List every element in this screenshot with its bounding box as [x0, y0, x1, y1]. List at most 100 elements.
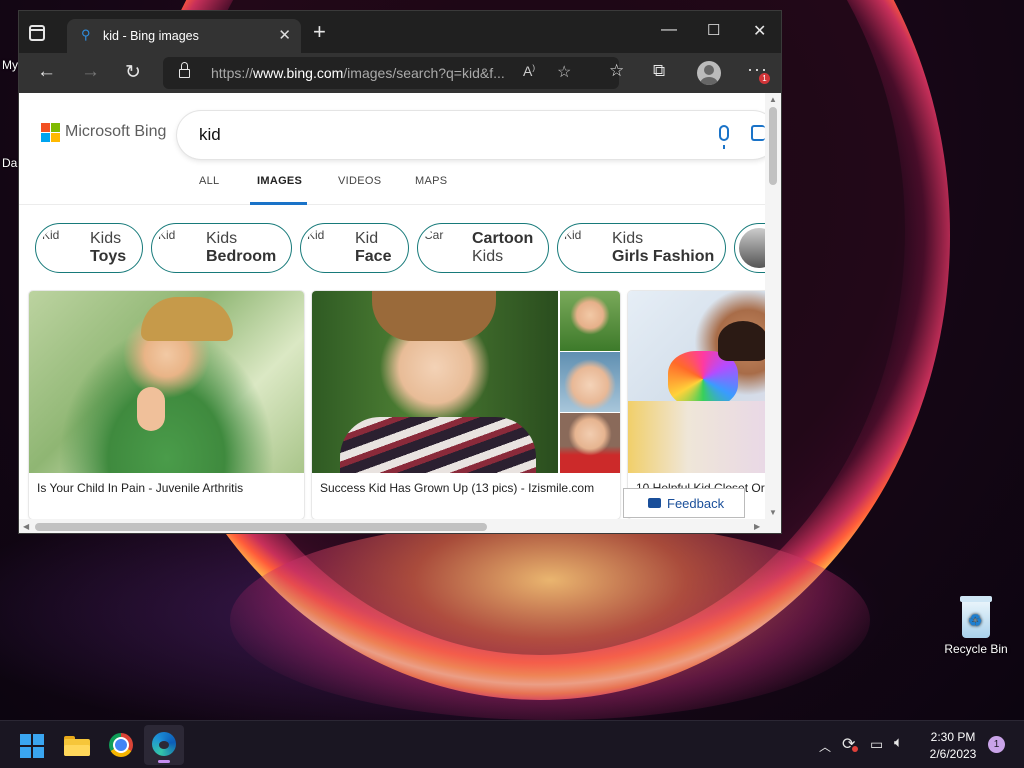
recycle-bin-label: Recycle Bin: [944, 642, 1008, 656]
volume-icon[interactable]: 🔈︎: [894, 734, 903, 751]
chip-thumbnail: Kid: [156, 228, 196, 268]
feedback-label: Feedback: [667, 496, 725, 511]
visual-search-icon[interactable]: [751, 125, 765, 141]
tab-title: kid - Bing images: [103, 29, 199, 43]
chip-line1: Kids: [90, 230, 122, 247]
sync-error-dot: [852, 746, 858, 752]
chip-thumbnail: Car: [422, 228, 462, 268]
chip-line1: Kids: [612, 230, 644, 247]
profile-icon[interactable]: [697, 61, 721, 85]
chip-line1: Cartoon: [472, 230, 534, 247]
network-icon[interactable]: ▭: [870, 736, 883, 753]
chip-line2: Toys: [90, 248, 127, 265]
add-favorite-icon[interactable]: ☆: [557, 62, 571, 82]
read-aloud-icon[interactable]: A): [523, 63, 535, 79]
chip-line1: Kids: [206, 230, 238, 247]
close-window-icon[interactable]: ✕: [753, 21, 766, 41]
chevron-up-icon[interactable]: ︿: [819, 738, 831, 755]
chip-line2: Face: [355, 248, 392, 265]
image-result-card[interactable]: Success Kid Has Grown Up (13 pics) - Izi…: [312, 291, 620, 519]
related-chip-kids-toys[interactable]: Kid Kids Toys: [35, 223, 143, 273]
tab-maps[interactable]: MAPS: [415, 175, 447, 187]
scroll-up-icon[interactable]: ▲: [769, 95, 777, 104]
tab-all[interactable]: ALL: [199, 175, 219, 187]
notification-badge: 1: [759, 73, 770, 84]
result-image-painted-hands[interactable]: [628, 291, 767, 473]
chip-line2: Girls Fashion: [612, 248, 715, 265]
chip-line2: Kids: [472, 248, 504, 265]
forward-icon[interactable]: →: [81, 61, 100, 83]
address-bar-url[interactable]: https://www.bing.com/images/search?q=kid…: [211, 65, 505, 81]
bing-search-icon: ⚲: [81, 27, 91, 42]
start-icon[interactable]: [20, 734, 44, 758]
chip-thumbnail: Kid: [562, 228, 602, 268]
image-result-card[interactable]: 10 Helpful Kid Closet Org: [628, 291, 767, 519]
scroll-right-icon[interactable]: ▶: [754, 522, 760, 531]
taskbar: ︿ ⟳ ▭ 🔈︎ 2:30 PM 2/6/2023 1: [0, 720, 1024, 768]
result-caption[interactable]: Is Your Child In Pain - Juvenile Arthrit…: [37, 481, 243, 495]
chip-line2: Bedroom: [206, 248, 277, 265]
collections-icon[interactable]: ⧉: [653, 61, 665, 81]
bing-logo-text: Microsoft Bing: [65, 123, 167, 140]
tab-images[interactable]: IMAGES: [257, 175, 302, 187]
vertical-scrollbar[interactable]: ▲ ▼: [765, 93, 781, 519]
result-caption[interactable]: Success Kid Has Grown Up (13 pics) - Izi…: [320, 481, 594, 495]
scroll-down-icon[interactable]: ▼: [769, 508, 777, 517]
bing-images-page: Microsoft Bing kid ALL IMAGES VIDEOS MAP…: [19, 93, 767, 519]
tab-bar: ⚲ kid - Bing images ✕ + — ☐ ✕: [19, 11, 781, 53]
notification-center-badge[interactable]: 1: [988, 736, 1005, 753]
result-image-thumb-red-shirt[interactable]: [560, 413, 620, 473]
related-chip-kids-girls-fashion[interactable]: Kid Kids Girls Fashion: [557, 223, 726, 273]
tab-actions-icon[interactable]: [29, 25, 45, 41]
clock[interactable]: 2:30 PM 2/6/2023: [918, 729, 988, 763]
recycle-bin-desktop-icon[interactable]: ♻ Recycle Bin: [940, 596, 1012, 656]
microphone-icon[interactable]: [719, 125, 729, 149]
image-result-card[interactable]: Is Your Child In Pain - Juvenile Arthrit…: [29, 291, 304, 519]
result-image-thumb-green[interactable]: [560, 291, 620, 351]
tab-videos[interactable]: VIDEOS: [338, 175, 381, 187]
feedback-icon: [648, 498, 661, 508]
address-bar[interactable]: https://www.bing.com/images/search?q=kid…: [163, 57, 619, 89]
lock-icon[interactable]: [179, 62, 190, 78]
active-tab-indicator: [250, 202, 307, 205]
refresh-icon[interactable]: ↻: [125, 61, 141, 84]
tab-bing-images[interactable]: ⚲ kid - Bing images ✕: [67, 19, 301, 53]
active-app-indicator: [158, 760, 170, 763]
chip-thumbnail: Kid: [40, 228, 80, 268]
feedback-button[interactable]: Feedback: [623, 488, 745, 518]
related-chip-partial[interactable]: [734, 223, 767, 273]
chrome-icon[interactable]: [109, 733, 133, 757]
search-nav-tabs: ALL IMAGES VIDEOS MAPS: [19, 175, 767, 205]
chip-thumbnail: [739, 228, 767, 268]
desktop-icon-label-partial[interactable]: My: [2, 58, 18, 72]
horizontal-scrollbar[interactable]: ◀ ▶: [19, 519, 781, 533]
result-image-thumb-smiling[interactable]: [560, 352, 620, 412]
back-icon[interactable]: ←: [37, 61, 56, 83]
favorites-icon[interactable]: ☆: [609, 61, 624, 81]
clock-date: 2/6/2023: [929, 747, 977, 761]
scroll-left-icon[interactable]: ◀: [23, 522, 29, 531]
scrollbar-thumb[interactable]: [35, 523, 487, 531]
result-image-thumbs-up-boy[interactable]: [29, 291, 304, 473]
edge-icon: [152, 732, 176, 756]
edge-taskbar-button[interactable]: [144, 725, 184, 765]
close-tab-icon[interactable]: ✕: [278, 26, 291, 44]
chip-line1: Kid: [355, 230, 379, 247]
scrollbar-thumb[interactable]: [769, 107, 777, 185]
desktop-icon-label-partial[interactable]: Da: [2, 156, 17, 170]
wallpaper-glow-bottom: [230, 520, 870, 720]
related-chip-kid-face[interactable]: Kid Kid Face: [300, 223, 409, 273]
file-explorer-icon[interactable]: [64, 734, 90, 756]
related-chip-kids-bedroom[interactable]: Kid Kids Bedroom: [151, 223, 292, 273]
maximize-icon[interactable]: ☐: [707, 21, 720, 39]
chip-thumbnail: Kid: [305, 228, 345, 268]
recycle-bin-icon: ♻: [959, 596, 993, 638]
new-tab-icon[interactable]: +: [313, 19, 326, 45]
search-input[interactable]: kid: [177, 111, 767, 159]
minimize-icon[interactable]: —: [661, 21, 677, 39]
browser-toolbar: ← → ↻ https://www.bing.com/images/search…: [19, 53, 781, 93]
related-chip-cartoon-kids[interactable]: Car Cartoon Kids: [417, 223, 549, 273]
edge-browser-window: ⚲ kid - Bing images ✕ + — ☐ ✕ ← → ↻ http…: [18, 10, 782, 534]
search-query[interactable]: kid: [199, 125, 221, 145]
result-image-success-kid[interactable]: [312, 291, 558, 473]
